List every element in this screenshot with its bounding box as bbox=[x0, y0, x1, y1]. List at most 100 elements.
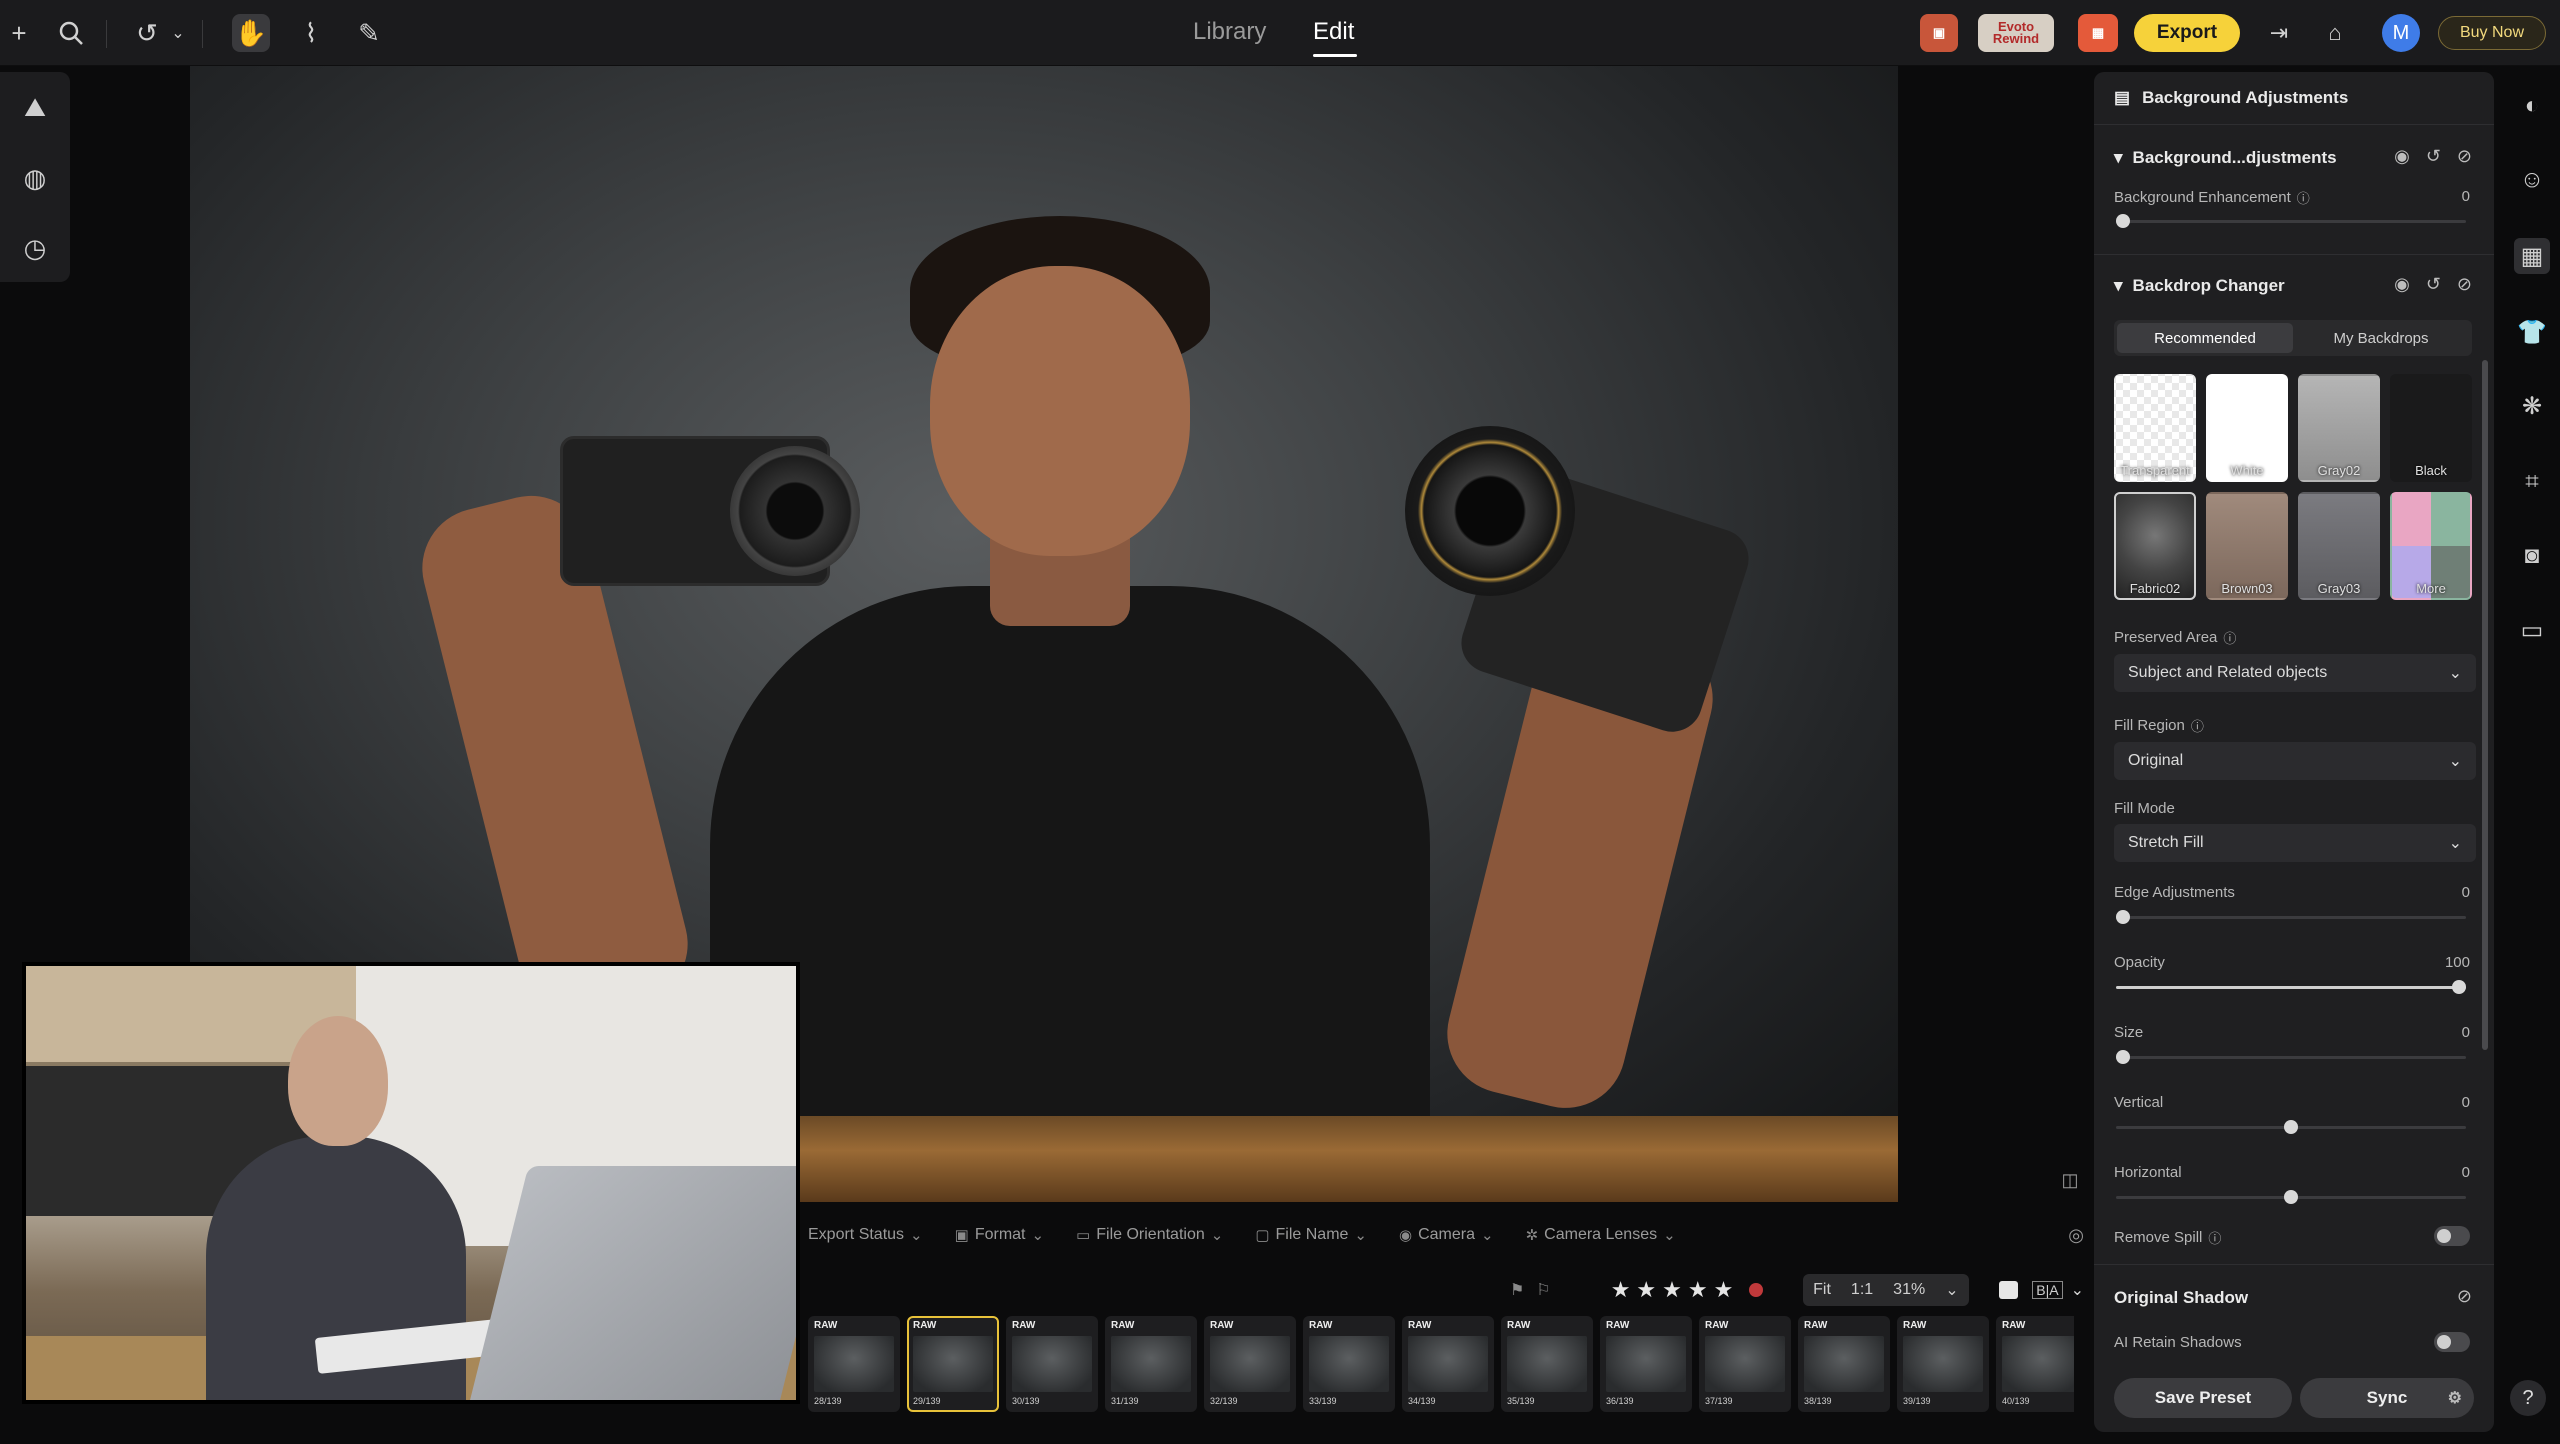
history-clock-icon[interactable]: ◷ bbox=[17, 230, 53, 266]
evoto-rewind-button[interactable]: Evoto Rewind bbox=[1978, 14, 2054, 52]
paw-icon[interactable]: ❋ bbox=[2514, 388, 2550, 424]
save-preset-button[interactable]: Save Preset bbox=[2114, 1378, 2292, 1418]
sync-settings-icon[interactable]: ⚙ bbox=[2448, 1388, 2462, 1408]
clear-icon[interactable]: ⊘ bbox=[2457, 1286, 2472, 1307]
filmstrip-thumbnail[interactable]: RAW 31/139 bbox=[1105, 1316, 1197, 1412]
fit-button[interactable]: Fit bbox=[1803, 1281, 1841, 1299]
palette-icon[interactable]: ◐ bbox=[2514, 88, 2550, 124]
section-original-shadow[interactable]: Original Shadow bbox=[2114, 1288, 2248, 1308]
add-icon[interactable]: + bbox=[0, 14, 38, 52]
clear-icon[interactable]: ⊘ bbox=[2457, 146, 2472, 167]
horizontal-slider[interactable] bbox=[2116, 1190, 2466, 1204]
info-icon[interactable]: ⓘ bbox=[2191, 716, 2204, 735]
reset-icon[interactable]: ↺ bbox=[2426, 146, 2441, 167]
flag-icon[interactable]: ⚑ bbox=[1510, 1280, 1524, 1300]
slider-knob[interactable] bbox=[2116, 214, 2130, 228]
filmstrip-thumbnail[interactable]: RAW 37/139 bbox=[1699, 1316, 1791, 1412]
background-icon[interactable]: ▦ bbox=[2514, 238, 2550, 274]
info-icon[interactable]: ⓘ bbox=[2223, 628, 2236, 647]
panel-scrollbar[interactable] bbox=[2482, 360, 2488, 1050]
filmstrip-thumbnail[interactable]: RAW 38/139 bbox=[1798, 1316, 1890, 1412]
tab-edit[interactable]: Edit bbox=[1313, 18, 1354, 46]
clothing-icon[interactable]: 👕 bbox=[2514, 314, 2550, 350]
filter-camera-lenses[interactable]: ✲ Camera Lenses ⌄ bbox=[1526, 1226, 1676, 1244]
eye-icon[interactable]: ◉ bbox=[2394, 146, 2410, 167]
gift-icon[interactable]: ▣ bbox=[1920, 14, 1958, 52]
sync-button[interactable]: Sync ⚙ bbox=[2300, 1378, 2474, 1418]
star-icon[interactable]: ★ bbox=[1688, 1277, 1708, 1303]
one-to-one-button[interactable]: 1:1 bbox=[1841, 1281, 1883, 1299]
buy-now-button[interactable]: Buy Now bbox=[2438, 16, 2546, 50]
tab-my-backdrops[interactable]: My Backdrops bbox=[2293, 323, 2469, 353]
chevron-down-icon[interactable]: ⌄ bbox=[2071, 1280, 2084, 1300]
folder-icon[interactable]: ▭ bbox=[2514, 612, 2550, 648]
ai-retain-shadows-toggle[interactable] bbox=[2434, 1332, 2470, 1352]
panel-toggle-icon[interactable]: ◫ bbox=[2056, 1166, 2084, 1194]
clear-icon[interactable]: ⊘ bbox=[2457, 274, 2472, 295]
filmstrip-thumbnail[interactable]: RAW 32/139 bbox=[1204, 1316, 1296, 1412]
brush-icon[interactable]: ⌇ bbox=[292, 14, 330, 52]
filter-export-status[interactable]: Export Status ⌄ bbox=[808, 1226, 923, 1244]
swatch-fabric02[interactable]: Fabric02 bbox=[2114, 492, 2196, 600]
star-icon[interactable]: ★ bbox=[1611, 1277, 1631, 1303]
reset-icon[interactable]: ↺ bbox=[2426, 274, 2441, 295]
hand-tool-icon[interactable]: ✋ bbox=[232, 14, 270, 52]
star-rating[interactable]: ★ ★ ★ ★ ★ bbox=[1611, 1277, 1734, 1303]
reject-flag-icon[interactable]: ⚐ bbox=[1536, 1280, 1550, 1300]
filter-file-name[interactable]: ▢ File Name ⌄ bbox=[1255, 1226, 1367, 1244]
swatch-brown03[interactable]: Brown03 bbox=[2206, 492, 2288, 600]
chevron-down-icon[interactable]: ⌄ bbox=[1935, 1280, 1968, 1300]
filmstrip-thumbnail[interactable]: RAW 34/139 bbox=[1402, 1316, 1494, 1412]
size-slider[interactable] bbox=[2116, 1050, 2466, 1064]
search-icon[interactable] bbox=[52, 14, 90, 52]
slider-knob[interactable] bbox=[2284, 1190, 2298, 1204]
slider-knob[interactable] bbox=[2116, 910, 2130, 924]
preserved-area-select[interactable]: Subject and Related objects ⌄ bbox=[2114, 654, 2476, 692]
share-icon[interactable]: ⇥ bbox=[2260, 14, 2298, 52]
ruler-icon[interactable]: ✎ bbox=[350, 14, 388, 52]
filter-file-orientation[interactable]: ▭ File Orientation ⌄ bbox=[1076, 1226, 1223, 1244]
filter-settings-icon[interactable]: ◎ bbox=[2068, 1225, 2084, 1246]
filmstrip-thumbnail[interactable]: RAW 35/139 bbox=[1501, 1316, 1593, 1412]
filmstrip-thumbnail[interactable]: RAW 28/139 bbox=[808, 1316, 900, 1412]
swatch-transparent[interactable]: Transparent bbox=[2114, 374, 2196, 482]
filter-camera[interactable]: ◉ Camera ⌄ bbox=[1399, 1226, 1494, 1244]
face-icon[interactable]: ☺ bbox=[2514, 162, 2550, 198]
mountain-icon[interactable]: ⛰ bbox=[17, 90, 53, 126]
undo-icon[interactable]: ↺ bbox=[128, 14, 166, 52]
tab-library[interactable]: Library bbox=[1193, 18, 1266, 46]
swatch-more[interactable]: More bbox=[2390, 492, 2472, 600]
filmstrip-thumbnail[interactable]: RAW 40/139 bbox=[1996, 1316, 2074, 1412]
single-view-icon[interactable] bbox=[1998, 1281, 2019, 1299]
filter-format[interactable]: ▣ Format ⌄ bbox=[955, 1226, 1044, 1244]
vertical-slider[interactable] bbox=[2116, 1120, 2466, 1134]
swatch-white[interactable]: White bbox=[2206, 374, 2288, 482]
info-icon[interactable]: ⓘ bbox=[2297, 188, 2310, 207]
zoom-select[interactable]: 31% bbox=[1883, 1281, 1935, 1299]
filmstrip-thumbnail[interactable]: RAW 29/139 bbox=[907, 1316, 999, 1412]
info-icon[interactable]: ⓘ bbox=[2208, 1228, 2221, 1247]
remove-spill-toggle[interactable] bbox=[2434, 1226, 2470, 1246]
camera-icon[interactable]: ◙ bbox=[2514, 538, 2550, 574]
slider-knob[interactable] bbox=[2116, 1050, 2130, 1064]
star-icon[interactable]: ★ bbox=[1662, 1277, 1682, 1303]
slider-knob[interactable] bbox=[2452, 980, 2466, 994]
tab-recommended[interactable]: Recommended bbox=[2117, 323, 2293, 353]
filmstrip-thumbnail[interactable]: RAW 36/139 bbox=[1600, 1316, 1692, 1412]
filmstrip-thumbnail[interactable]: RAW 33/139 bbox=[1303, 1316, 1395, 1412]
fill-region-select[interactable]: Original ⌄ bbox=[2114, 742, 2476, 780]
avatar[interactable]: M bbox=[2382, 14, 2420, 52]
chevron-down-icon[interactable]: ⌄ bbox=[166, 14, 190, 52]
filmstrip-thumbnail[interactable]: RAW 39/139 bbox=[1897, 1316, 1989, 1412]
filmstrip-thumbnail[interactable]: RAW 30/139 bbox=[1006, 1316, 1098, 1412]
star-icon[interactable]: ★ bbox=[1714, 1277, 1734, 1303]
noise-icon[interactable]: ◍ bbox=[17, 160, 53, 196]
section-background-adjustments[interactable]: ▾ Background...djustments bbox=[2114, 148, 2337, 168]
star-icon[interactable]: ★ bbox=[1636, 1277, 1656, 1303]
section-backdrop-changer[interactable]: ▾ Backdrop Changer bbox=[2114, 276, 2285, 296]
gift-box-icon[interactable]: ⌂ bbox=[2316, 14, 2354, 52]
swatch-black[interactable]: Black bbox=[2390, 374, 2472, 482]
before-after-button[interactable]: B|A bbox=[2032, 1281, 2063, 1299]
edge-adjustments-slider[interactable] bbox=[2116, 910, 2466, 924]
export-button[interactable]: Export bbox=[2134, 14, 2240, 52]
